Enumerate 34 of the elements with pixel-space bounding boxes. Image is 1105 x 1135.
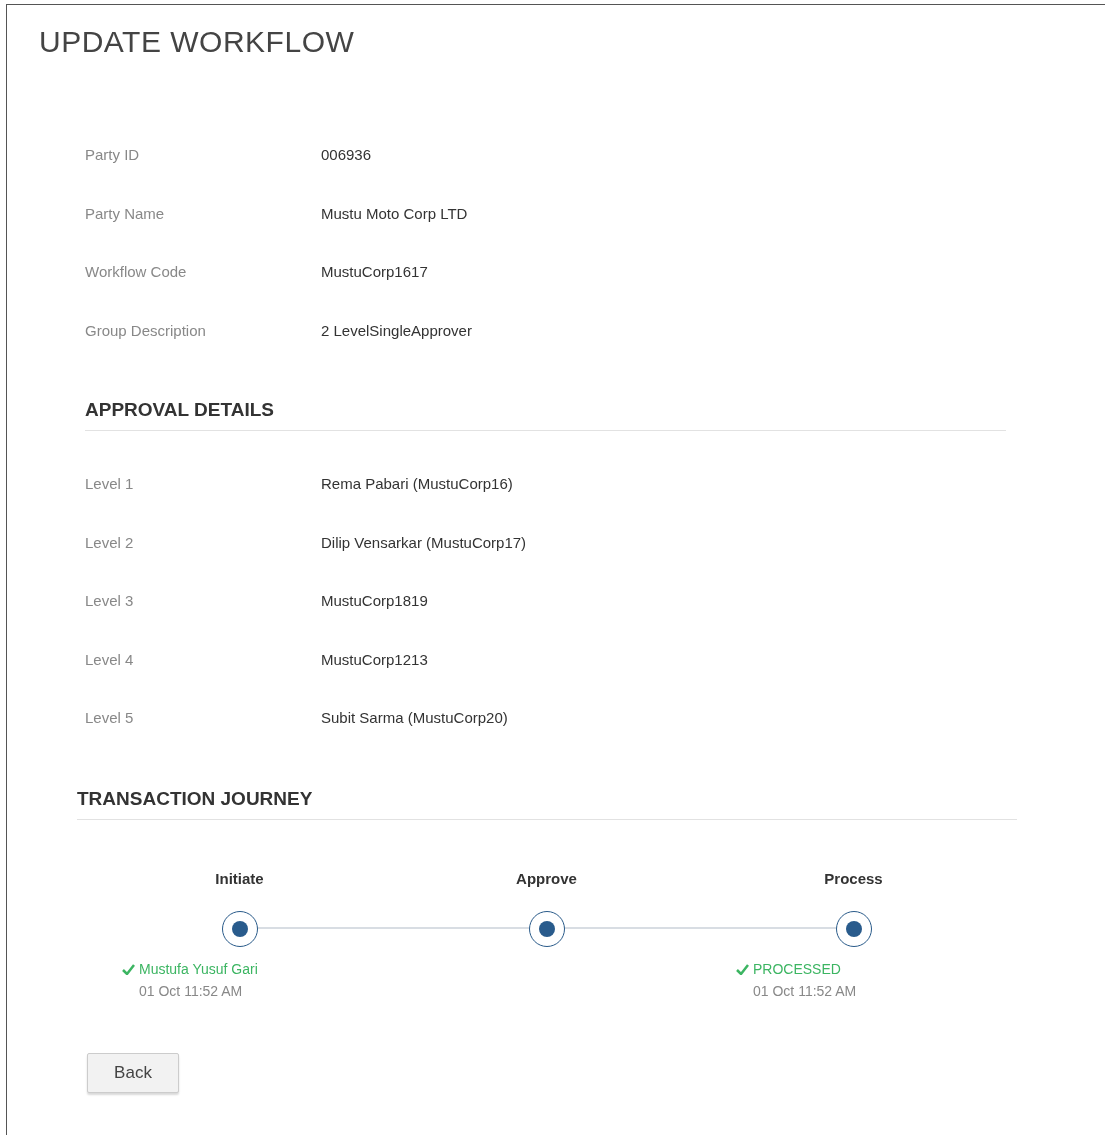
step-label: Approve	[516, 869, 577, 889]
check-icon	[122, 963, 135, 975]
check-icon	[736, 963, 749, 975]
field-label: Level 5	[85, 709, 135, 726]
field-value: Subit Sarma (MustuCorp20)	[321, 709, 508, 726]
field-label: Level 2	[85, 533, 135, 551]
field-value: Dilip Vensarkar (MustuCorp17)	[321, 533, 527, 551]
step-node-icon	[528, 910, 565, 947]
step-node-icon	[835, 910, 872, 947]
field-value: Rema Pabari (MustuCorp16)	[321, 475, 513, 492]
page-title: UPDATE WORKFLOW	[39, 25, 356, 59]
step-actor: Mustufa Yusuf Gari	[139, 960, 258, 978]
section-heading: APPROVAL DETAILS	[85, 399, 1006, 431]
field-label: Level 3	[85, 592, 135, 609]
field-label: Group Description	[85, 321, 207, 339]
field-value: 006936	[321, 146, 372, 163]
field-label: Workflow Code	[85, 263, 188, 280]
field-value: MustuCorp1213	[321, 650, 428, 668]
field-label: Party Name	[85, 204, 166, 222]
step-label: Initiate	[215, 869, 264, 889]
field-value: Mustu Moto Corp LTD	[321, 204, 468, 222]
back-button[interactable]: Back	[87, 1052, 179, 1093]
step-label: Process	[824, 869, 883, 889]
step-time: 01 Oct 11:52 AM	[753, 983, 857, 1001]
field-label: Level 1	[85, 475, 135, 492]
field-value: MustuCorp1819	[321, 592, 428, 609]
step-actor: PROCESSED	[753, 960, 842, 978]
step-node-icon	[221, 910, 258, 947]
field-label: Level 4	[85, 650, 135, 668]
field-label: Party ID	[85, 146, 141, 163]
field-value: MustuCorp1617	[321, 263, 428, 280]
field-value: 2 LevelSingleApprover	[321, 321, 472, 339]
step-time: 01 Oct 11:52 AM	[139, 983, 244, 1001]
section-heading: TRANSACTION JOURNEY	[77, 787, 1017, 820]
